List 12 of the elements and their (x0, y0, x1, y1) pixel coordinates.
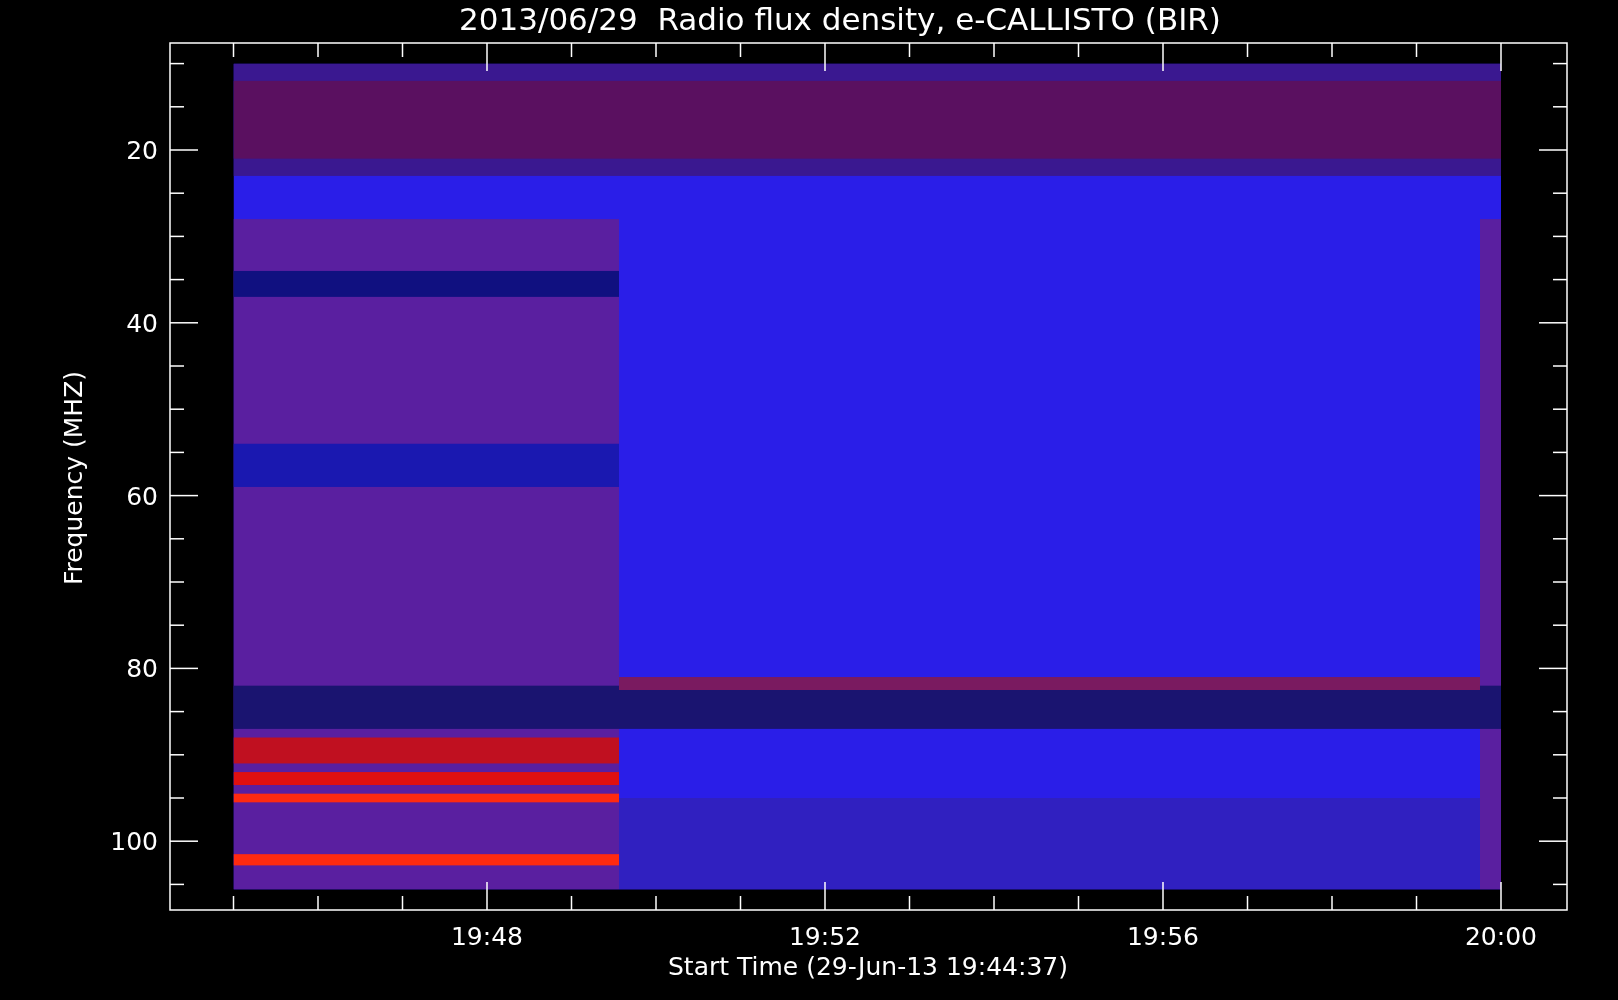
axis-tick-label: 20:00 (1465, 922, 1537, 951)
axis-title: Frequency (MHZ) (59, 370, 88, 586)
axis-tick-label: 19:52 (789, 922, 861, 951)
axis-tick-label: 60 (126, 481, 158, 511)
axis-tick-label: 19:48 (451, 922, 523, 951)
axis-title: Start Time (29-Jun-13 19:44:37) (668, 952, 1068, 981)
axis-tick-label: 80 (126, 654, 158, 684)
chart-title: 2013/06/29 Radio flux density, e-CALLISTO (BIR) (459, 1, 1221, 37)
axis-tick-label: 20 (126, 136, 158, 165)
axis-tick-label: 19:56 (1127, 922, 1199, 951)
axis-tick-label: 100 (110, 827, 158, 857)
axis-tick-label: 40 (126, 308, 158, 338)
